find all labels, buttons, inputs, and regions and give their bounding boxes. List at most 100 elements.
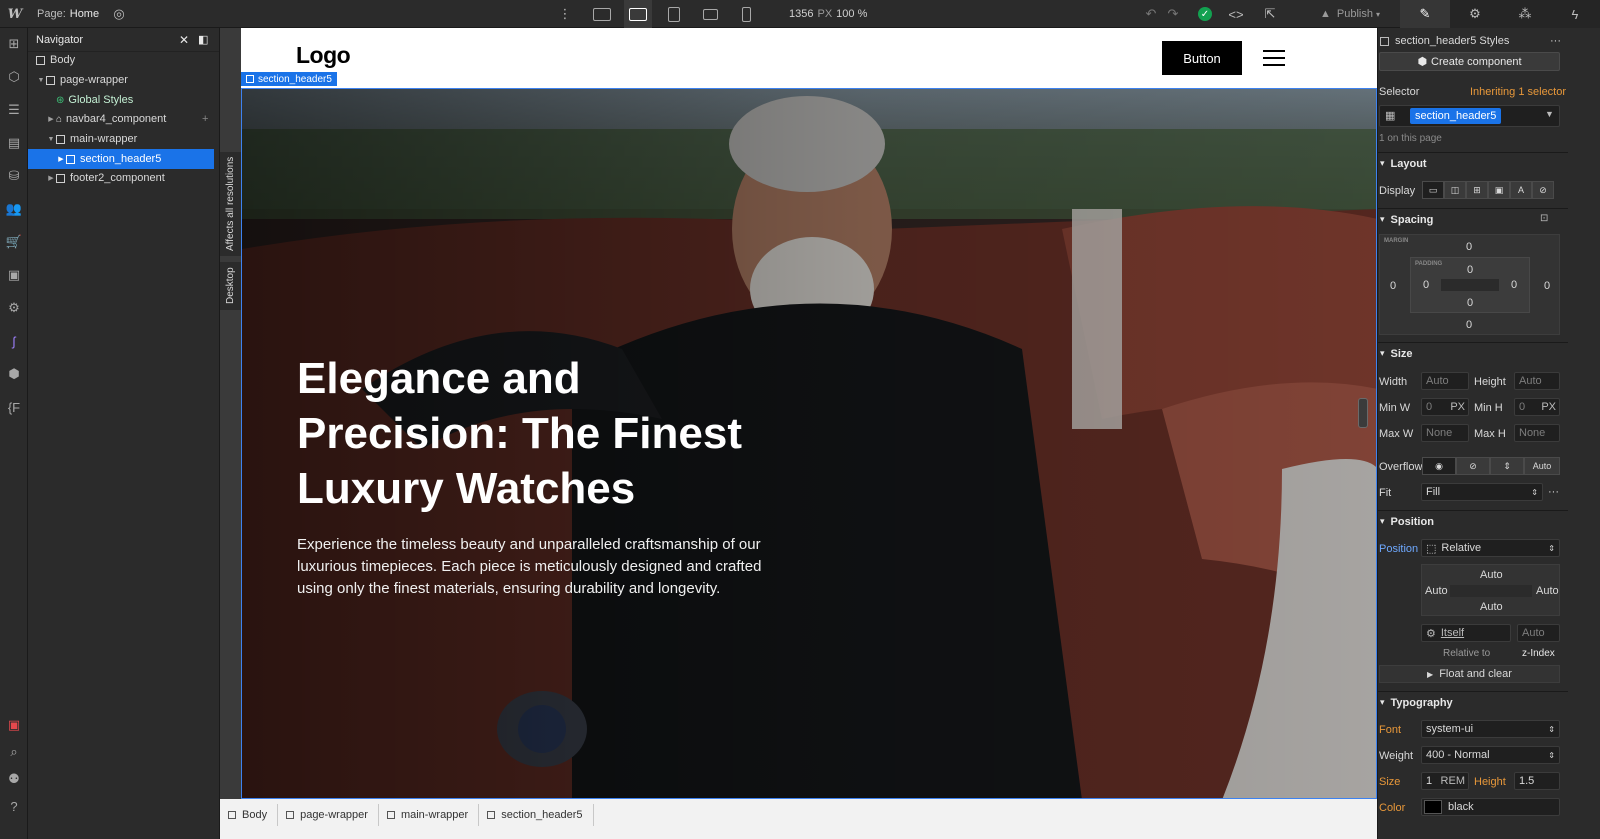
hamburger-menu-icon[interactable] — [1263, 50, 1285, 66]
offset-left-value[interactable]: Auto — [1425, 585, 1448, 597]
display-block-icon[interactable]: ▭ — [1422, 181, 1444, 199]
more-vertical-icon[interactable]: ⋮ — [555, 0, 575, 28]
nav-item-navbar4[interactable]: ▶ ⌂ navbar4_component + — [28, 109, 220, 129]
min-width-input[interactable]: 0 PX — [1421, 398, 1469, 416]
hero-paragraph[interactable]: Experience the timeless beauty and unpar… — [297, 534, 767, 600]
offset-top-value[interactable]: Auto — [1480, 569, 1503, 581]
selector-state-icon[interactable]: ▦ — [1385, 109, 1395, 122]
base-breakpoint-icon[interactable] — [624, 0, 652, 28]
breadcrumb-body[interactable]: Body — [220, 804, 279, 826]
nav-item-main-wrapper[interactable]: ▼ main-wrapper — [28, 129, 220, 149]
selector-chip[interactable]: section_header5 — [1410, 108, 1502, 124]
cms-icon[interactable]: ⛁ — [0, 164, 28, 188]
components-icon[interactable]: ⬡ — [0, 65, 28, 89]
add-icon[interactable]: + — [202, 113, 208, 125]
site-navbar[interactable]: Logo Button section_header5 — [241, 28, 1377, 88]
overflow-scroll-icon[interactable]: ⇕ — [1490, 457, 1524, 475]
overflow-hidden-icon[interactable]: ⊘ — [1456, 457, 1490, 475]
eye-icon[interactable]: ◎ — [108, 0, 130, 28]
min-width-unit[interactable]: PX — [1450, 401, 1465, 413]
margin-top-value[interactable]: 0 — [1466, 241, 1472, 253]
nav-item-global-styles[interactable]: ⊛ Global Styles — [28, 90, 220, 110]
fit-select[interactable]: Fill ⇕ — [1421, 483, 1543, 501]
weight-select[interactable]: 400 - Normal ⇕ — [1421, 746, 1560, 764]
page-selector[interactable]: Page: Home — [37, 0, 99, 28]
chevron-down-icon[interactable]: ▼ — [1545, 109, 1554, 119]
desktop-tab[interactable]: Desktop — [220, 262, 241, 310]
apps-icon[interactable]: ⬢ — [0, 362, 28, 386]
interactions-bolt-icon[interactable]: ϟ — [1550, 0, 1600, 28]
nav-item-section-header5[interactable]: ▶ section_header5 — [28, 149, 214, 169]
width-input[interactable]: Auto — [1421, 372, 1469, 390]
font-select[interactable]: system-ui ⇕ — [1421, 720, 1560, 738]
selector-field[interactable]: ▦ section_header5 ▼ — [1379, 105, 1560, 127]
relative-to-select[interactable]: ⚙ Itself — [1421, 624, 1511, 642]
padding-bottom-value[interactable]: 0 — [1467, 297, 1473, 309]
mobile-landscape-icon[interactable] — [696, 0, 724, 28]
breadcrumb-main-wrapper[interactable]: main-wrapper — [379, 804, 480, 826]
padding-right-value[interactable]: 0 — [1511, 279, 1517, 291]
breadcrumb-page-wrapper[interactable]: page-wrapper — [278, 804, 379, 826]
max-height-input[interactable]: None — [1514, 424, 1560, 442]
canvas-scrollbar[interactable] — [1358, 398, 1368, 428]
variables-icon[interactable]: {F — [0, 395, 28, 419]
zoom-level[interactable]: 100 % — [836, 8, 867, 20]
color-input[interactable]: black — [1421, 798, 1560, 816]
desktop-breakpoint-icon[interactable] — [588, 0, 616, 28]
display-none-icon[interactable]: ⊘ — [1532, 181, 1554, 199]
chevron-right-icon[interactable]: ▶ — [46, 174, 56, 182]
status-check-icon[interactable]: ✓ — [1194, 0, 1216, 28]
max-width-input[interactable]: None — [1421, 424, 1469, 442]
search-icon[interactable]: ⌕ — [0, 740, 28, 764]
float-and-clear-toggle[interactable]: ▶ Float and clear — [1379, 665, 1560, 683]
webflow-logo-icon[interactable]: W — [0, 0, 30, 28]
create-component-button[interactable]: ⬢ Create component — [1379, 52, 1560, 71]
overflow-auto-button[interactable]: Auto — [1524, 457, 1560, 475]
margin-right-value[interactable]: 0 — [1544, 280, 1550, 292]
code-icon[interactable]: <> — [1224, 0, 1248, 28]
hero-section[interactable]: Elegance and Precision: The Finest Luxur… — [241, 88, 1377, 799]
mobile-portrait-icon[interactable] — [732, 0, 760, 28]
spacing-link-icon[interactable]: ⊡ — [1540, 213, 1548, 224]
margin-bottom-value[interactable]: 0 — [1466, 319, 1472, 331]
undo-icon[interactable]: ↶ — [1140, 0, 1162, 28]
style-manager-icon[interactable]: ⁂ — [1500, 0, 1550, 28]
collaborators-icon[interactable]: ⚉ — [0, 767, 28, 791]
layout-section-header[interactable]: Layout — [1378, 152, 1568, 174]
add-elements-icon[interactable]: ⊞ — [0, 32, 28, 56]
display-inline-block-icon[interactable]: ▣ — [1488, 181, 1510, 199]
chevron-down-icon[interactable]: ▼ — [36, 77, 46, 84]
size-section-header[interactable]: Size — [1378, 342, 1568, 364]
pages-icon[interactable]: ▤ — [0, 131, 28, 155]
display-inline-icon[interactable]: A — [1510, 181, 1532, 199]
display-grid-icon[interactable]: ⊞ — [1466, 181, 1488, 199]
affects-all-resolutions-tab[interactable]: Affects all resolutions — [220, 152, 241, 256]
settings-gear-icon[interactable]: ⚙ — [1450, 0, 1500, 28]
nav-item-footer2[interactable]: ▶ footer2_component — [28, 168, 220, 188]
typography-section-header[interactable]: Typography — [1378, 691, 1568, 713]
min-height-input[interactable]: 0 PX — [1514, 398, 1560, 416]
padding-top-value[interactable]: 0 — [1467, 264, 1473, 276]
hero-heading[interactable]: Elegance and Precision: The Finest Luxur… — [297, 351, 767, 516]
padding-left-value[interactable]: 0 — [1423, 279, 1429, 291]
position-section-header[interactable]: Position — [1378, 510, 1568, 532]
inheriting-link[interactable]: 1 selector — [1518, 86, 1566, 98]
settings-icon[interactable]: ⚙ — [0, 296, 28, 320]
chevron-right-icon[interactable]: ▶ — [56, 155, 66, 163]
tablet-breakpoint-icon[interactable] — [660, 0, 688, 28]
overflow-visible-icon[interactable]: ◉ — [1422, 457, 1456, 475]
display-flex-icon[interactable]: ◫ — [1444, 181, 1466, 199]
offset-bottom-value[interactable]: Auto — [1480, 601, 1503, 613]
nav-item-page-wrapper[interactable]: ▼ page-wrapper — [28, 70, 220, 90]
height-input[interactable]: Auto — [1514, 372, 1560, 390]
selected-element-tag[interactable]: section_header5 — [241, 72, 337, 86]
design-canvas[interactable]: Logo Button section_header5 Elegance and… — [241, 28, 1377, 799]
redo-icon[interactable]: ↷ — [1162, 0, 1184, 28]
logic-icon[interactable]: ʃ — [0, 329, 28, 353]
publish-button[interactable]: ▲ Publish ▾ — [1320, 0, 1380, 28]
more-icon[interactable]: ··· — [1550, 35, 1561, 47]
font-size-input[interactable]: 1 REM — [1421, 772, 1469, 790]
chevron-down-icon[interactable]: ▼ — [46, 136, 56, 143]
close-icon[interactable]: ✕ — [179, 33, 189, 47]
dock-panel-icon[interactable]: ◧ — [198, 33, 208, 46]
